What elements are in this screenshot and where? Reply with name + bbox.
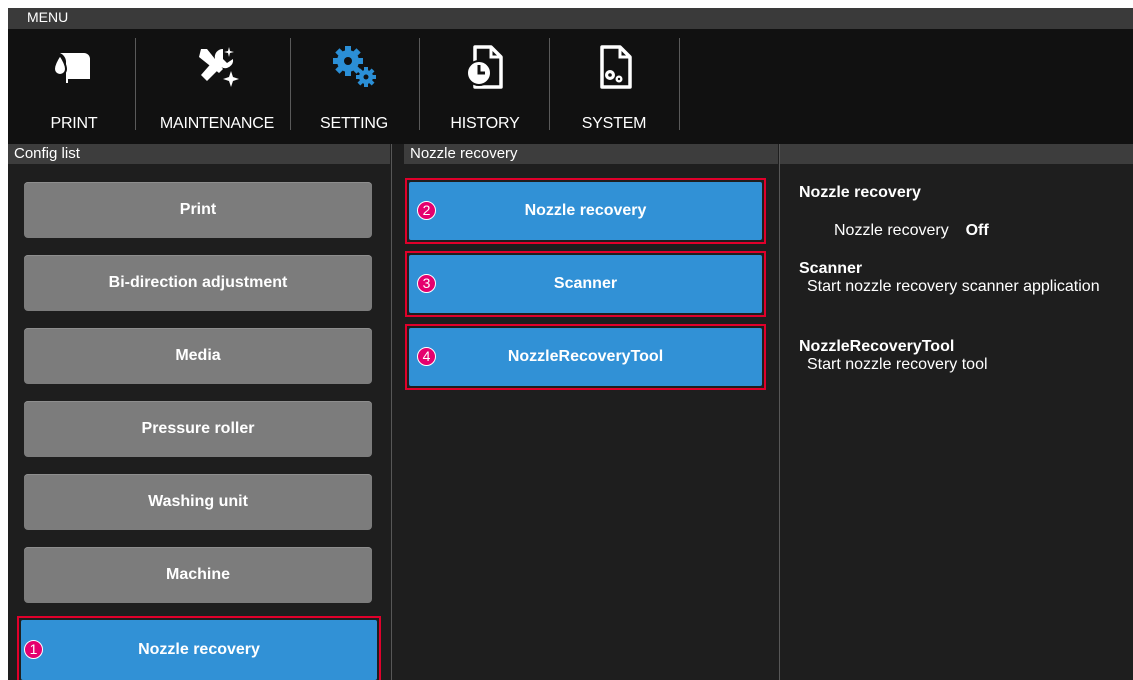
toolbar-divider: [290, 38, 291, 130]
info-scanner-description: Start nozzle recovery scanner applicatio…: [807, 278, 1100, 295]
menu-system-label: SYSTEM: [581, 115, 647, 132]
menu-history-label: HISTORY: [450, 115, 520, 132]
config-list-header: Config list: [8, 144, 390, 164]
nozzle-panel-header: Nozzle recovery: [404, 144, 778, 164]
menu-print-label: PRINT: [50, 115, 98, 132]
nozzle-recovery-button[interactable]: Nozzle recovery: [409, 182, 762, 240]
menu-print[interactable]: PRINT: [29, 29, 119, 144]
history-icon: [466, 45, 503, 89]
toolbar-divider: [419, 38, 420, 130]
nozzle-recovery-tool-button[interactable]: NozzleRecoveryTool: [409, 328, 762, 386]
info-scanner-title: Scanner: [799, 260, 863, 277]
info-nozzle-recovery-tool-description: Start nozzle recovery tool: [807, 356, 988, 373]
gears-icon: [333, 46, 376, 87]
print-icon: [52, 53, 90, 83]
config-item-nozzle-recovery-label: Nozzle recovery: [138, 641, 260, 658]
nozzle-recovery-tool-button-label: NozzleRecoveryTool: [507, 348, 664, 365]
info-panel-header: [780, 144, 1133, 164]
config-item-media[interactable]: Media: [24, 328, 372, 384]
setting-value: Off: [965, 222, 989, 239]
nozzle-recovery-button-label: Nozzle recovery: [524, 202, 647, 219]
tools-icon: [199, 47, 239, 87]
step-marker-1: 1: [24, 640, 43, 659]
config-item-pressure-roller[interactable]: Pressure roller: [24, 401, 372, 457]
info-nozzle-recovery-setting: Nozzle recovery Off: [834, 222, 989, 240]
config-list-panel: Print Bi-direction adjustment Media Pres…: [8, 164, 391, 680]
config-item-machine[interactable]: Machine: [24, 547, 372, 603]
menu-system[interactable]: SYSTEM: [569, 29, 659, 144]
config-item-nozzle-recovery[interactable]: Nozzle recovery: [21, 620, 377, 680]
menu-maintenance[interactable]: MAINTENANCE: [145, 29, 289, 144]
config-item-washing-unit[interactable]: Washing unit: [24, 474, 372, 530]
info-nozzle-recovery-tool-title: NozzleRecoveryTool: [799, 338, 955, 355]
toolbar-divider: [135, 38, 136, 130]
app-window: MENU PRINT MAINTENANCE SETTING HISTORY S…: [8, 8, 1133, 680]
menu-history[interactable]: HISTORY: [440, 29, 530, 144]
main-toolbar: PRINT MAINTENANCE SETTING HISTORY SYSTEM: [8, 29, 1133, 144]
info-nozzle-recovery-title: Nozzle recovery: [799, 184, 921, 201]
scanner-button-label: Scanner: [553, 275, 618, 292]
config-item-bi-direction-adjustment[interactable]: Bi-direction adjustment: [24, 255, 372, 311]
scanner-button[interactable]: Scanner: [409, 255, 762, 313]
nozzle-recovery-panel: Nozzle recovery 2 Scanner 3 NozzleRecove…: [392, 164, 779, 680]
toolbar-divider: [549, 38, 550, 130]
step-marker-2: 2: [417, 201, 436, 220]
system-icon: [600, 45, 632, 89]
setting-label: Nozzle recovery: [834, 222, 949, 239]
menu-setting[interactable]: SETTING: [313, 29, 395, 144]
menu-title: MENU: [8, 8, 1133, 29]
menu-setting-label: SETTING: [320, 115, 388, 132]
step-marker-4: 4: [417, 347, 436, 366]
info-panel: Nozzle recovery Nozzle recovery Off Scan…: [780, 164, 1133, 680]
step-marker-3: 3: [417, 274, 436, 293]
toolbar-divider: [679, 38, 680, 130]
config-item-print[interactable]: Print: [24, 182, 372, 238]
menu-maintenance-label: MAINTENANCE: [159, 115, 275, 132]
